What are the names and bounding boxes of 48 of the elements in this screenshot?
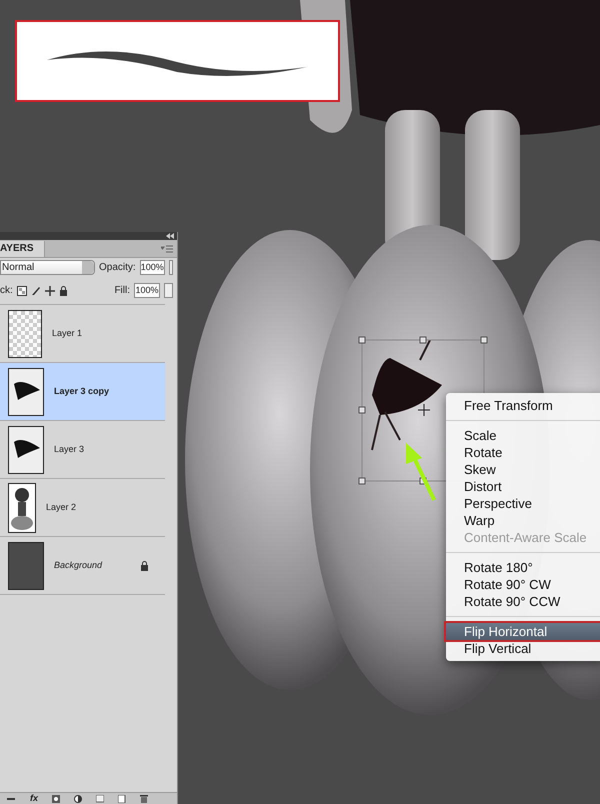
folder-icon[interactable] xyxy=(96,794,104,802)
layer-name: Background xyxy=(54,558,104,572)
trash-icon[interactable] xyxy=(140,794,148,802)
opacity-field[interactable]: 100% xyxy=(140,260,165,275)
layer-thumbnail xyxy=(8,310,42,358)
menu-item[interactable]: Perspective xyxy=(446,495,600,512)
layer-row[interactable]: Layer 2 xyxy=(0,479,165,537)
move-cursor-icon xyxy=(418,404,430,416)
layer-name: Layer 1 xyxy=(52,326,84,340)
blend-mode-dropdown[interactable]: Normal xyxy=(0,260,95,275)
layer-thumbnail xyxy=(8,542,44,590)
panel-menu-icon[interactable] xyxy=(161,245,173,253)
fill-label: Fill: xyxy=(114,284,130,298)
menu-item[interactable]: Flip Horizontal xyxy=(446,623,600,640)
menu-item[interactable]: Rotate xyxy=(446,444,600,461)
mask-icon[interactable] xyxy=(52,794,60,802)
menu-item[interactable]: Flip Vertical xyxy=(446,640,600,657)
layer-row[interactable]: Layer 3 copy xyxy=(0,363,165,421)
menu-item[interactable]: Rotate 90° CCW xyxy=(446,593,600,610)
menu-item[interactable]: Warp xyxy=(446,512,600,529)
layers-tab[interactable]: AYERS xyxy=(0,241,45,257)
link-icon[interactable] xyxy=(6,796,16,802)
layer-name: Layer 3 xyxy=(54,442,86,456)
layer-thumbnail xyxy=(8,426,44,474)
menu-item[interactable]: Rotate 180° xyxy=(446,559,600,576)
lock-label: ck: xyxy=(0,284,13,298)
fill-field[interactable]: 100% xyxy=(134,283,160,298)
move-icon[interactable] xyxy=(44,286,55,296)
pointer-arrow xyxy=(406,443,436,501)
brush-icon[interactable] xyxy=(30,286,41,296)
layer-name: Layer 2 xyxy=(46,500,78,514)
layer-row[interactable]: Layer 1 xyxy=(0,305,165,363)
opacity-label: Opacity: xyxy=(99,261,136,275)
lock-icon[interactable] xyxy=(58,286,68,296)
layer-thumbnail xyxy=(8,482,36,532)
layer-row[interactable]: Layer 3 xyxy=(0,421,165,479)
menu-item[interactable]: Rotate 90° CW xyxy=(446,576,600,593)
menu-item[interactable]: Free Transform xyxy=(446,397,600,414)
layer-name: Layer 3 copy xyxy=(54,384,110,398)
menu-item[interactable]: Scale xyxy=(446,427,600,444)
new-layer-icon[interactable] xyxy=(118,794,126,802)
menu-item[interactable]: Distort xyxy=(446,478,600,495)
lock-transparency-icon[interactable] xyxy=(16,286,27,296)
layer-style-button[interactable]: fx xyxy=(30,792,38,804)
layer-row[interactable]: Background xyxy=(0,537,165,595)
adjustment-icon[interactable] xyxy=(74,794,82,802)
menu-item[interactable]: Skew xyxy=(446,461,600,478)
layer-thumbnail xyxy=(8,368,44,416)
